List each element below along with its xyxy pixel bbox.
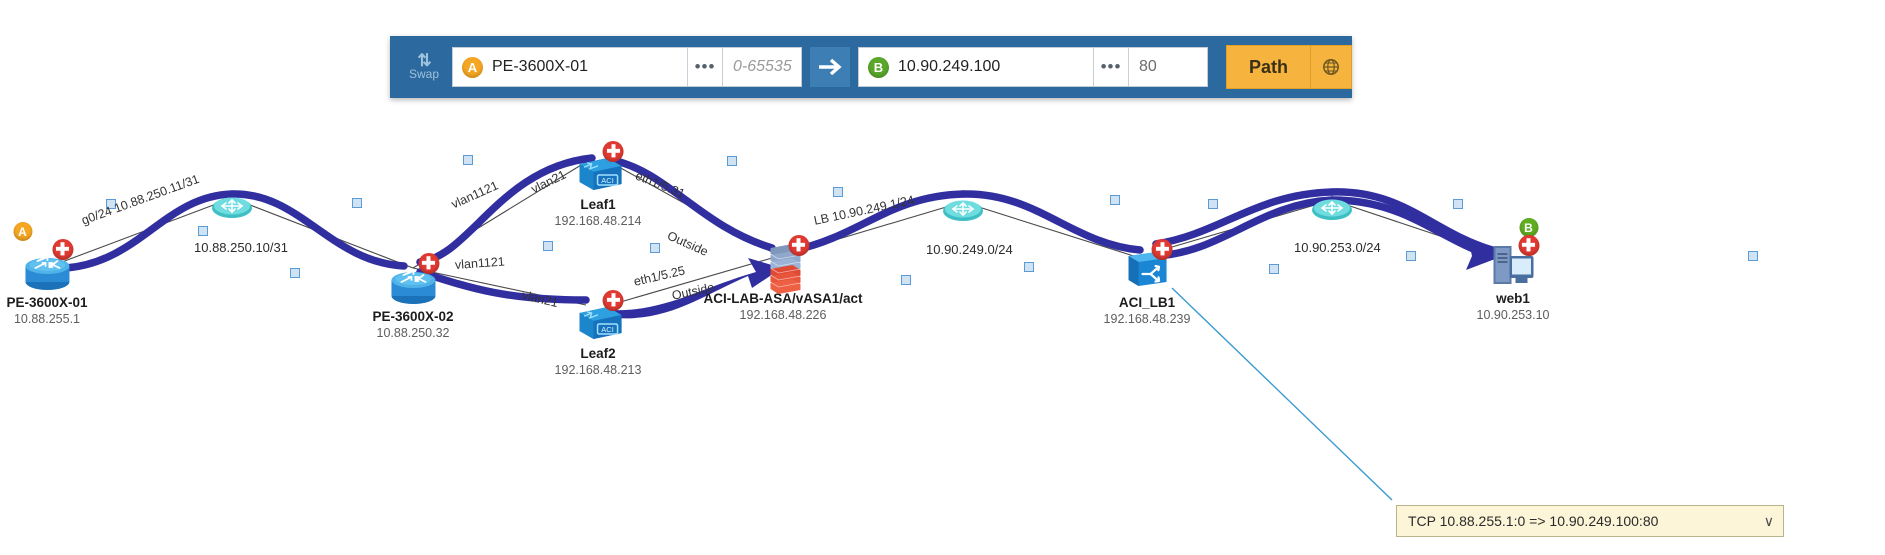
selection-handle[interactable] (1406, 251, 1416, 261)
node-ip-label: 192.168.48.226 (739, 308, 827, 322)
topology-node-web1[interactable]: B ✚ web1 10.90.253.10 (1476, 218, 1550, 322)
cloud-node-art (1304, 194, 1360, 244)
topology-node-pe02[interactable]: ✚ PE-3600X-02 10.88.250.32 (372, 253, 454, 340)
router-node-art: ✚ (385, 253, 441, 308)
endpoint-a-marker-icon: A (13, 222, 32, 241)
aci-node-art: ACI ✚ (570, 290, 626, 345)
node-ip-label: 192.168.48.213 (554, 363, 642, 377)
svg-text:ACI: ACI (602, 176, 615, 185)
subnet-label: 10.88.250.10/31 (194, 240, 288, 255)
selection-handle[interactable] (290, 268, 300, 278)
chevron-down-icon: ∨ (1763, 512, 1774, 529)
topology-canvas (61, 154, 1503, 501)
selection-handle[interactable] (1024, 262, 1034, 272)
topology-node-cloud2[interactable] (935, 195, 991, 245)
flow-selector-dropdown[interactable]: TCP 10.88.255.1:0 => 10.90.249.100:80 ∨ (1396, 505, 1784, 537)
expand-node-button[interactable]: ✚ (418, 253, 439, 274)
node-label: PE-3600X-01 (6, 295, 88, 310)
tooltip-leader-line (1171, 287, 1393, 501)
lb-node-art: ✚ (1119, 239, 1175, 294)
selection-handle[interactable] (463, 155, 473, 165)
firewall-node-art: ✚ (755, 235, 811, 294)
selection-handle[interactable] (1453, 199, 1463, 209)
selection-handle[interactable] (650, 243, 660, 253)
node-label: PE-3600X-02 (372, 309, 454, 324)
selection-handle[interactable] (727, 156, 737, 166)
topology-node-cloud1[interactable] (204, 192, 260, 242)
selection-handle[interactable] (1208, 199, 1218, 209)
node-ip-label: 192.168.48.239 (1103, 312, 1191, 326)
cloud-node-art (204, 192, 260, 242)
subnet-label: 10.90.249.0/24 (926, 242, 1013, 257)
expand-node-button[interactable]: ✚ (52, 239, 73, 260)
router-node-art: A ✚ (13, 222, 75, 294)
network-cloud-icon (212, 197, 252, 218)
topology-node-pe01[interactable]: A ✚ PE-3600X-01 10.88.255.1 (6, 222, 88, 326)
selection-handle[interactable] (1748, 251, 1758, 261)
aci-node-art: ACI ✚ (570, 141, 626, 196)
topology-node-leaf2[interactable]: ACI ✚ Leaf2 192.168.48.213 (554, 290, 642, 377)
node-label: Leaf2 (580, 346, 616, 361)
expand-node-button[interactable]: ✚ (1518, 235, 1539, 256)
network-cloud-icon (943, 200, 983, 221)
node-label: ACI_LB1 (1118, 295, 1176, 310)
server-node-art: B ✚ (1485, 218, 1541, 290)
topology-node-leaf1[interactable]: ACI ✚ Leaf1 192.168.48.214 (554, 141, 642, 228)
flow-selector-value: TCP 10.88.255.1:0 => 10.90.249.100:80 (1408, 513, 1659, 529)
node-ip-label: 10.88.255.1 (13, 312, 81, 326)
topology-node-cloud3[interactable] (1304, 194, 1360, 244)
node-ip-label: 192.168.48.214 (554, 214, 642, 228)
cloud-node-art (935, 195, 991, 245)
node-label: Leaf1 (580, 197, 616, 212)
selection-handle[interactable] (352, 198, 362, 208)
topology-node-asa[interactable]: ✚ ACI-LAB-ASA/vASA1/act 192.168.48.226 (703, 235, 863, 322)
selection-handle[interactable] (543, 241, 553, 251)
selection-handle[interactable] (901, 275, 911, 285)
network-cloud-icon (1312, 199, 1352, 220)
selection-handle[interactable] (1269, 264, 1279, 274)
selection-handle[interactable] (833, 187, 843, 197)
node-label: web1 (1496, 291, 1530, 306)
node-ip-label: 10.88.250.32 (376, 326, 450, 340)
node-ip-label: 10.90.253.10 (1476, 308, 1550, 322)
expand-node-button[interactable]: ✚ (788, 235, 809, 256)
topology-node-lb1[interactable]: ✚ ACI_LB1 192.168.48.239 (1103, 239, 1191, 326)
selection-handle[interactable] (1110, 195, 1120, 205)
subnet-label: 10.90.253.0/24 (1294, 240, 1381, 255)
svg-text:ACI: ACI (602, 325, 615, 334)
